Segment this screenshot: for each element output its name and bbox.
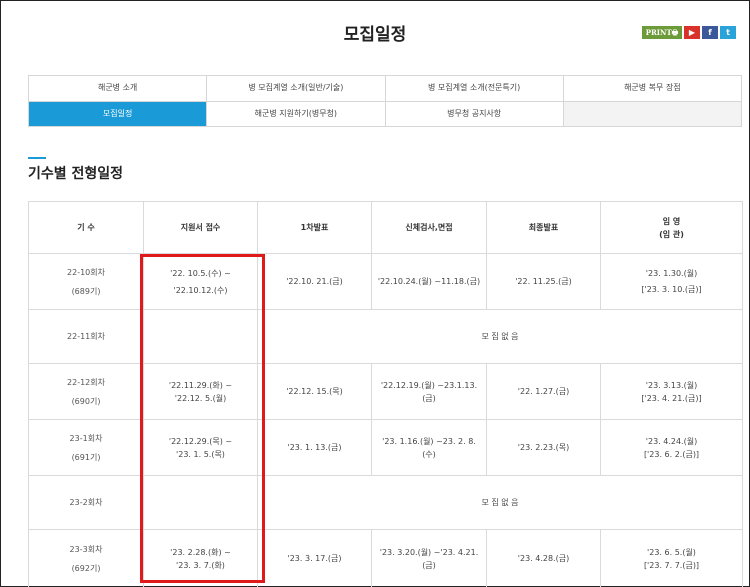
table-row: 23-1회차 (691기) '22.12.29.(목) ~ '23. 1. 5.(목… [28, 419, 743, 476]
table-row: 23-3회차 (692기) '23. 2.28.(화) ~ '23. 3. 7.(화… [28, 529, 743, 587]
tab-row: 모집일정 해군병 지원하기(병무청) 병무청 공지사항 [29, 101, 741, 126]
header-enlist: 임 영 (임 관) [600, 201, 743, 254]
twitter-icon[interactable]: t [720, 26, 736, 39]
cell-first: '23. 3. 17.(금) [257, 529, 372, 587]
cell-ki: 23-2회차 [28, 475, 144, 530]
table-row: 22-10회차 (689기) '22. 10.5.(수) ~ '22.10.12.(… [28, 253, 743, 310]
cell-enlist: '23. 3.13.(월) ['23. 4. 21.(금)] [600, 363, 743, 420]
facebook-icon[interactable]: f [702, 26, 718, 39]
table-row: 23-2회차 모 집 없 음 [28, 475, 743, 530]
cell-exam: '23. 3.20.(월) ~'23. 4.21. (금) [371, 529, 487, 587]
cell-apply: '22. 10.5.(수) ~ '22.10.12.(수) [143, 253, 258, 310]
tab-specialty[interactable]: 병 모집계열 소개(전문특기) [384, 76, 563, 101]
cell-enlist: '23. 6. 5.(월) ['23. 7. 7.(금)] [600, 529, 743, 587]
section-title: 기수별 전형일정 [28, 166, 124, 182]
header-first: 1차발표 [257, 201, 372, 254]
cell-no-recruit: 모 집 없 음 [257, 309, 743, 364]
cell-exam: '22.10.24.(월) ~11.18.(금) [371, 253, 487, 310]
cell-ki: 23-3회차 (692기) [28, 529, 144, 587]
header-ki: 기 수 [28, 201, 144, 254]
page-title: 모집일정 [343, 25, 407, 45]
header-final: 최종발표 [486, 201, 601, 254]
cell-ki: 23-1회차 (691기) [28, 419, 144, 476]
cell-first: '22.12. 15.(목) [257, 363, 372, 420]
tab-empty [562, 102, 741, 126]
cell-final: '23. 4.28.(금) [486, 529, 601, 587]
cell-enlist: '23. 4.24.(월) ['23. 6. 2.(금)] [600, 419, 743, 476]
cell-first: '22.10. 21.(금) [257, 253, 372, 310]
youtube-icon[interactable]: ▶ [684, 26, 700, 39]
cell-no-recruit: 모 집 없 음 [257, 475, 743, 530]
sub-navigation-tabs: 해군병 소개 병 모집계열 소개(일반/기술) 병 모집계열 소개(전문특기) … [28, 75, 742, 127]
tab-general-tech[interactable]: 병 모집계열 소개(일반/기술) [206, 76, 385, 101]
header-apply: 지원서 접수 [143, 201, 258, 254]
print-button[interactable]: PRINT🖶 [642, 26, 682, 39]
table-row: 22-11회차 모 집 없 음 [28, 309, 743, 364]
cell-apply [143, 309, 258, 364]
cell-first: '23. 1. 13.(금) [257, 419, 372, 476]
cell-enlist: '23. 1.30.(월) ['23. 3. 10.(금)] [600, 253, 743, 310]
cell-apply: '23. 2.28.(화) ~ '23. 3. 7.(화) [143, 529, 258, 587]
tab-apply[interactable]: 해군병 지원하기(병무청) [206, 102, 385, 126]
header-exam: 신체검사,면접 [371, 201, 487, 254]
tab-navy-intro[interactable]: 해군병 소개 [29, 76, 207, 101]
table-row: 22-12회차 (690기) '22.11.29.(화) ~ '22.12. 5.(… [28, 363, 743, 420]
cell-ki: 22-11회차 [28, 309, 144, 364]
cell-ki: 22-10회차 (689기) [28, 253, 144, 310]
cell-exam: '22.12.19.(월) ~23.1.13. (금) [371, 363, 487, 420]
cell-final: '22. 11.25.(금) [486, 253, 601, 310]
tab-schedule[interactable]: 모집일정 [29, 102, 207, 126]
cell-apply: '22.12.29.(목) ~ '23. 1. 5.(목) [143, 419, 258, 476]
cell-final: '22. 1.27.(금) [486, 363, 601, 420]
share-bar: PRINT🖶 ▶ f t [642, 26, 736, 39]
cell-ki: 22-12회차 (690기) [28, 363, 144, 420]
cell-final: '23. 2.23.(목) [486, 419, 601, 476]
cell-apply: '22.11.29.(화) ~ '22.12. 5.(월) [143, 363, 258, 420]
cell-apply [143, 475, 258, 530]
tab-notices[interactable]: 병무청 공지사항 [384, 102, 563, 126]
tab-benefits[interactable]: 해군병 복무 장점 [562, 76, 741, 101]
section-accent-bar [28, 157, 46, 159]
table-header-row: 기 수 지원서 접수 1차발표 신체검사,면접 최종발표 임 영 (임 관) [28, 201, 743, 254]
cell-exam: '23. 1.16.(월) ~23. 2. 8. (수) [371, 419, 487, 476]
schedule-table: 기 수 지원서 접수 1차발표 신체검사,면접 최종발표 임 영 (임 관) 22… [28, 201, 743, 587]
tab-row: 해군병 소개 병 모집계열 소개(일반/기술) 병 모집계열 소개(전문특기) … [29, 76, 741, 101]
